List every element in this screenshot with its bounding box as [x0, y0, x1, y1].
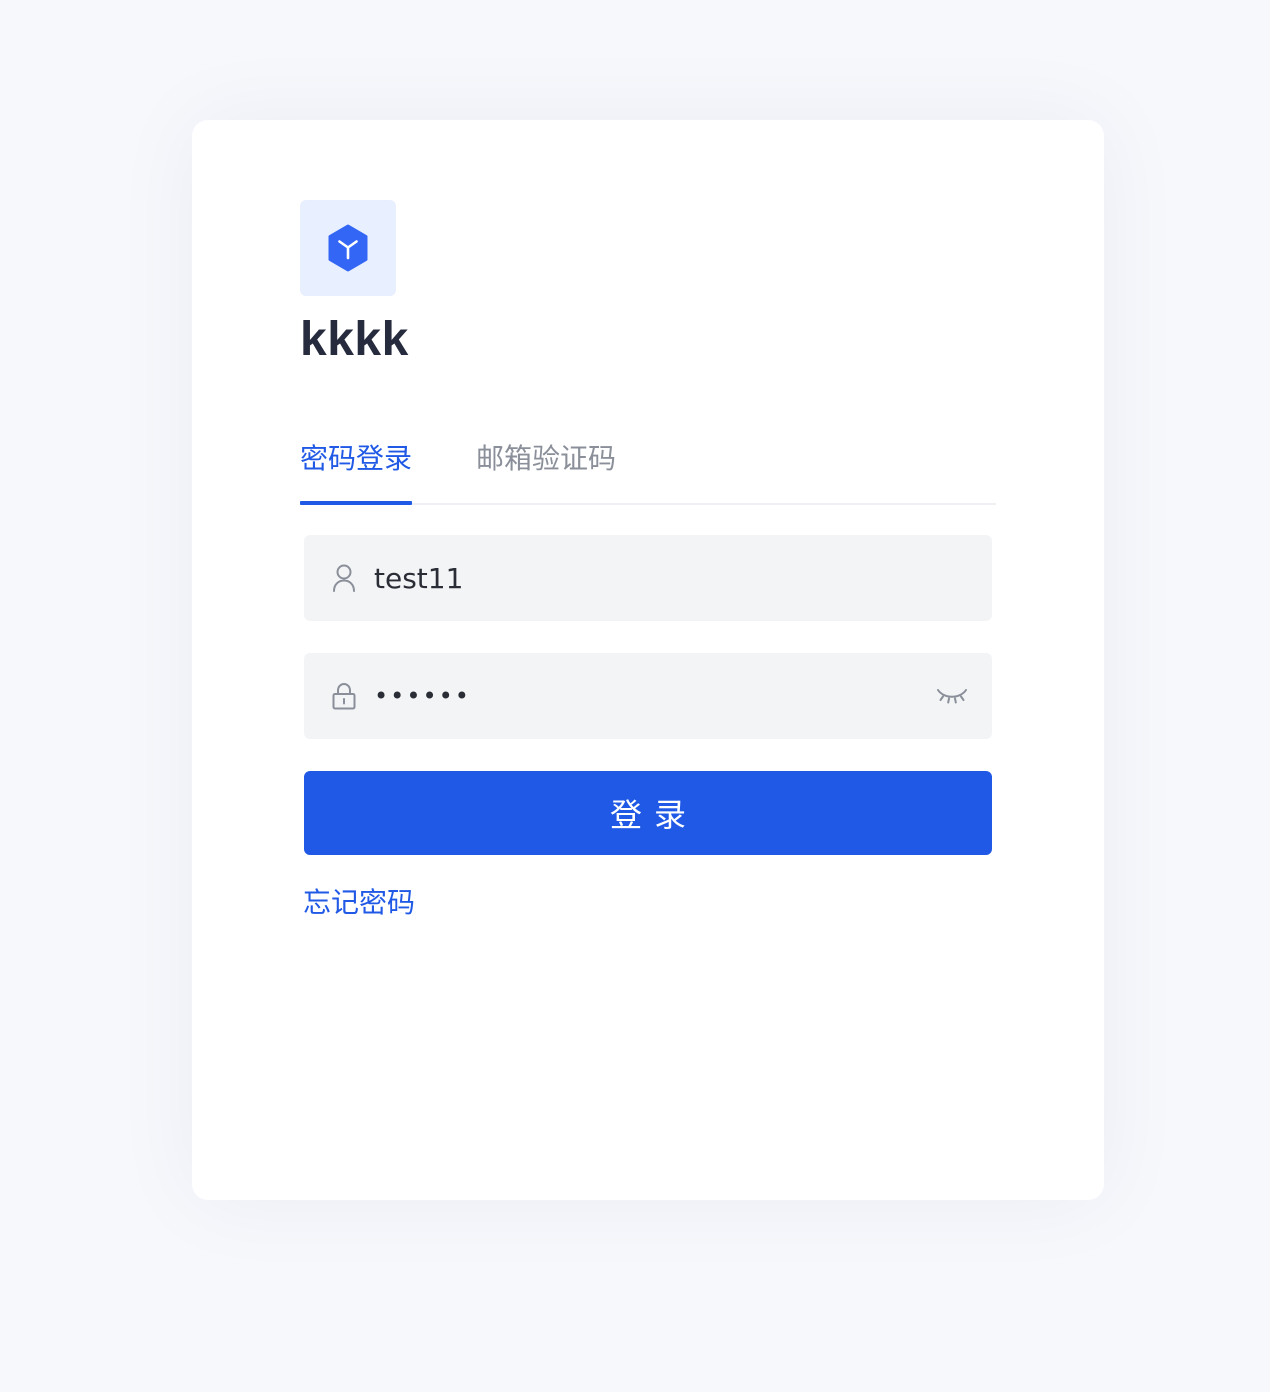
app-logo [300, 200, 396, 296]
password-input[interactable] [374, 653, 914, 739]
login-tabs: 密码登录 邮箱验证码 [300, 435, 996, 505]
cube-icon [328, 224, 368, 272]
login-card: kkkk 密码登录 邮箱验证码 登录 忘记密码 [192, 120, 1104, 1200]
eye-closed-icon[interactable] [936, 686, 968, 706]
lock-icon [332, 682, 356, 710]
username-input[interactable] [374, 535, 914, 621]
app-name: kkkk [300, 313, 409, 366]
tab-password-login[interactable]: 密码登录 [300, 435, 412, 503]
tab-email-code[interactable]: 邮箱验证码 [476, 435, 616, 503]
active-tab-indicator [300, 501, 412, 505]
login-button[interactable]: 登录 [304, 771, 992, 855]
username-field[interactable] [304, 535, 992, 621]
forgot-password-link[interactable]: 忘记密码 [303, 882, 415, 924]
user-icon [333, 564, 355, 592]
password-field[interactable] [304, 653, 992, 739]
